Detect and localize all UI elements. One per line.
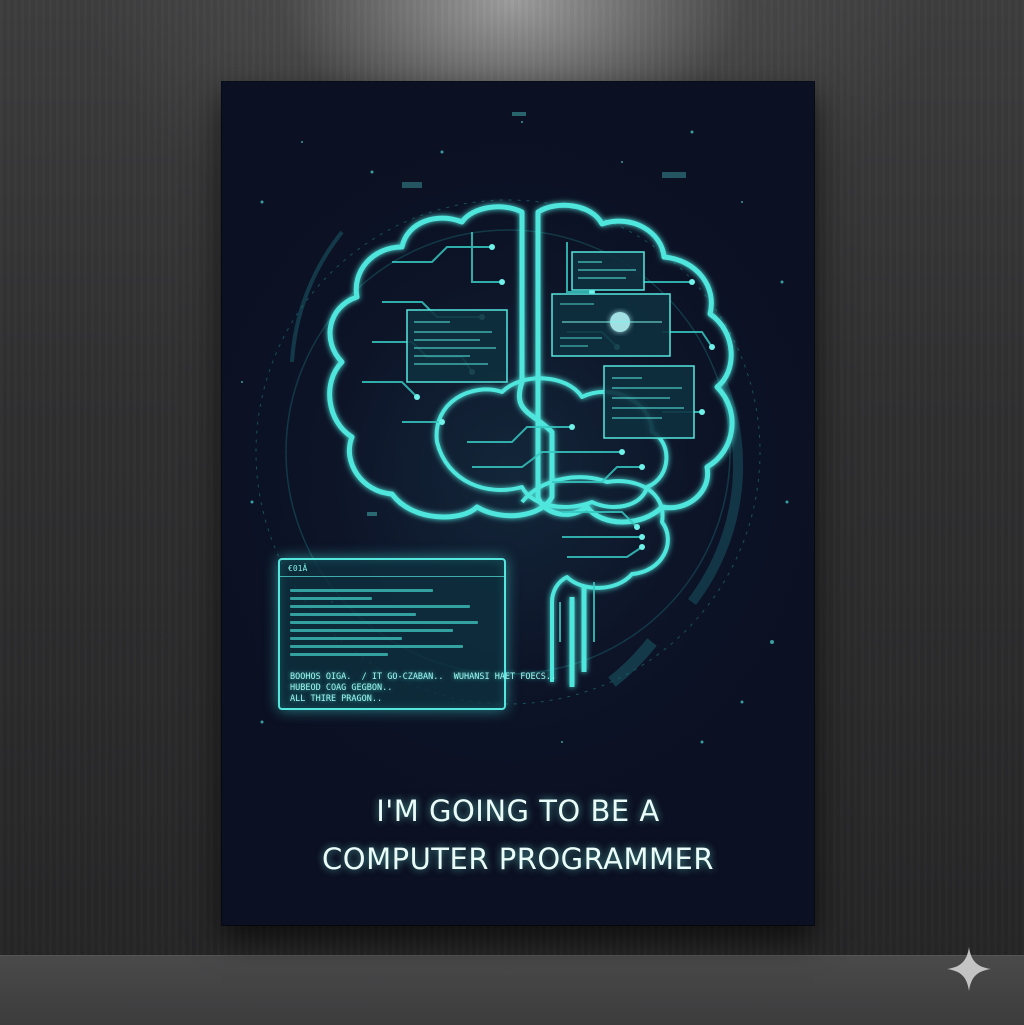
code-panel-top-right xyxy=(571,251,645,291)
headline-line-2: COMPUTER PROGRAMMER xyxy=(322,842,714,876)
code-panel-scanner xyxy=(551,293,671,357)
terminal-title: €01Â xyxy=(288,564,308,573)
terminal-output-line: BOOHOS OIGA. / IT GO-CZABAN.. WUHANSI HA… xyxy=(290,672,557,682)
terminal-output-line: ALL THIRE PRAGON.. xyxy=(290,694,383,704)
code-panel-left xyxy=(406,309,508,383)
terminal-code-lines xyxy=(290,584,494,661)
floor xyxy=(0,955,1024,1025)
terminal-output: BOOHOS OIGA. / IT GO-CZABAN.. WUHANSI HA… xyxy=(290,672,557,705)
terminal-title-bar xyxy=(280,576,504,577)
poster: €01Â BOOHOS OIGA. / IT GO-CZABAN.. WUHAN… xyxy=(222,82,814,925)
headline-line-1: I'M GOING TO BE A xyxy=(376,794,660,828)
terminal-output-line: HUBEOD COAG GEGBON.. xyxy=(290,683,393,693)
code-panel-right xyxy=(603,365,695,439)
terminal-window: €01Â BOOHOS OIGA. / IT GO-CZABAN.. WUHAN… xyxy=(278,558,557,710)
sparkle-icon xyxy=(947,947,991,991)
